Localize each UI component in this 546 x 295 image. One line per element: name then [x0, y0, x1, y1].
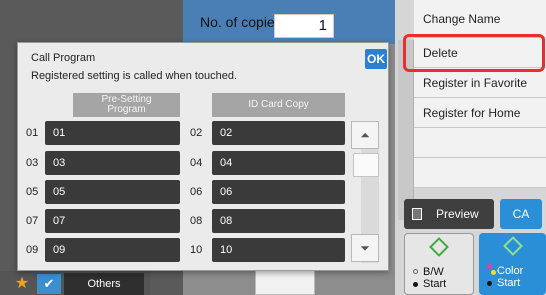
color-dot-icon	[487, 281, 492, 286]
program-button[interactable]: 07	[45, 209, 180, 233]
program-number: 10	[190, 244, 203, 256]
program-number: 06	[190, 186, 203, 198]
start-diamond-icon	[503, 236, 523, 256]
start-diamond-icon	[429, 237, 449, 257]
call-program-dialog: Call Program Registered setting is calle…	[17, 42, 389, 271]
copies-label: No. of copies	[200, 14, 282, 30]
color-start-button[interactable]: Color Start	[479, 233, 546, 295]
menu-item-empty	[414, 158, 546, 188]
program-button[interactable]: 09	[45, 238, 180, 262]
delete-highlight-frame	[403, 34, 545, 72]
program-button[interactable]: 06	[212, 180, 345, 204]
preview-button[interactable]: Preview	[404, 199, 494, 229]
program-button[interactable]: 02	[212, 121, 345, 145]
program-number: 08	[190, 215, 203, 227]
double-chevron-down-icon[interactable]: ⏷	[351, 234, 379, 262]
copies-input[interactable]: 1	[274, 14, 334, 38]
program-number: 09	[26, 244, 39, 256]
color-dot-icon	[487, 264, 492, 269]
bw-start-label: B/W Start	[423, 266, 447, 290]
double-chevron-up-icon[interactable]: ⏶	[351, 121, 379, 149]
program-number: 07	[26, 215, 39, 227]
program-button[interactable]: 10	[212, 238, 345, 262]
program-button[interactable]: 05	[45, 180, 180, 204]
color-start-label: Color Start	[497, 265, 524, 289]
action-menu: Change Name Delete Register in Favorite …	[414, 0, 546, 188]
paper-tray-graphic	[255, 270, 315, 295]
menu-item-empty	[414, 128, 546, 158]
column-header-id-card-copy: ID Card Copy	[212, 93, 345, 117]
menu-item-register-favorite[interactable]: Register in Favorite	[414, 68, 546, 98]
menu-item-change-name[interactable]: Change Name	[414, 0, 546, 38]
program-button[interactable]: 01	[45, 121, 180, 145]
program-number: 02	[190, 127, 203, 139]
checkmark-icon[interactable]: ✔	[37, 274, 61, 294]
program-button[interactable]: 04	[212, 151, 345, 175]
program-number: 04	[190, 157, 203, 169]
program-number: 01	[26, 127, 39, 139]
document-icon	[412, 208, 422, 220]
scroll-thumb[interactable]	[353, 153, 379, 177]
dialog-title: Call Program	[31, 52, 96, 64]
menu-item-register-home[interactable]: Register for Home	[414, 98, 546, 128]
color-dot-icon	[491, 270, 496, 275]
program-button[interactable]: 03	[45, 151, 180, 175]
program-number: 03	[26, 157, 39, 169]
preview-label: Preview	[436, 207, 479, 221]
bw-start-button[interactable]: B/W Start	[404, 233, 474, 295]
ca-button[interactable]: CA	[500, 199, 542, 229]
program-button[interactable]: 08	[212, 209, 345, 233]
dialog-description: Registered setting is called when touche…	[31, 70, 238, 82]
star-icon[interactable]: ★	[11, 274, 33, 294]
radio-dot-icon	[413, 269, 418, 274]
others-button[interactable]: Others	[64, 273, 144, 295]
radio-dot-icon	[413, 282, 418, 287]
column-header-pre-setting: Pre-Setting Program	[73, 93, 180, 117]
program-number: 05	[26, 186, 39, 198]
ok-button[interactable]: OK	[365, 49, 387, 69]
